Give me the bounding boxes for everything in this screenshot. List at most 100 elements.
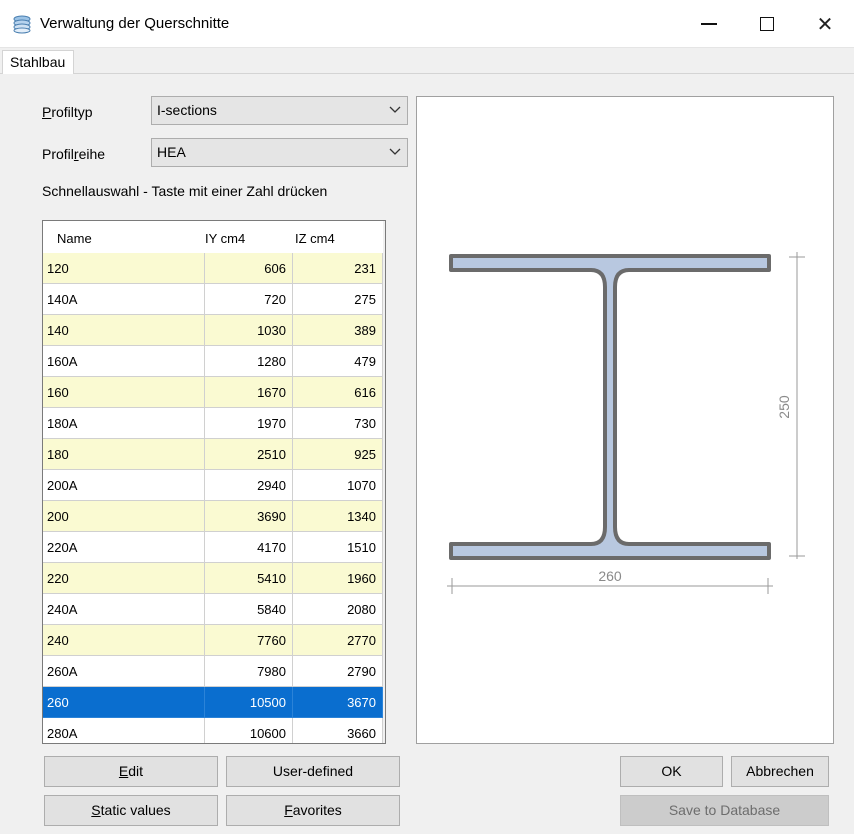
table-row[interactable]: 120 606 231 [43,253,383,284]
table-row[interactable]: 140 1030 389 [43,315,383,346]
table-row[interactable]: 240A 5840 2080 [43,594,383,625]
cell-iy: 7980 [205,656,293,687]
table-scrollbar[interactable] [383,221,385,743]
table-row[interactable]: 200 3690 1340 [43,501,383,532]
column-header-iz[interactable]: IZ cm4 [295,231,335,246]
table-row[interactable]: 180A 1970 730 [43,408,383,439]
cell-name: 240A [43,594,205,625]
table-row[interactable]: 220 5410 1960 [43,563,383,594]
column-header-iy[interactable]: IY cm4 [205,231,245,246]
static-values-button[interactable]: Static values [44,795,218,826]
cell-iz: 2770 [293,625,383,656]
table-row[interactable]: 220A 4170 1510 [43,532,383,563]
cell-iy: 5410 [205,563,293,594]
tab-strip: Stahlbau [0,48,854,75]
quick-select-hint: Schnellauswahl - Taste mit einer Zahl dr… [42,183,328,199]
cell-iz: 2080 [293,594,383,625]
cell-iz: 479 [293,346,383,377]
cell-iz: 231 [293,253,383,284]
save-to-database-button[interactable]: Save to Database [620,795,829,826]
cell-iy: 1280 [205,346,293,377]
cell-iz: 1510 [293,532,383,563]
height-dimension-label: 250 [776,395,792,419]
cell-iy: 1030 [205,315,293,346]
edit-label: dit [128,763,144,779]
section-preview: 250 260 [416,96,834,744]
cell-iy: 1670 [205,377,293,408]
cell-name: 140A [43,284,205,315]
profile-table[interactable]: Name IY cm4 IZ cm4 120 606 231 140A 720 275 14… [42,220,386,744]
cell-iz: 1070 [293,470,383,501]
cell-iy: 4170 [205,532,293,563]
cell-iz: 275 [293,284,383,315]
i-beam-drawing: 250 260 [447,252,805,594]
cell-name: 180A [43,408,205,439]
user-defined-button[interactable]: User-defined [226,756,400,787]
minimize-button[interactable] [680,0,738,48]
width-dimension-label: 260 [598,568,622,584]
profiltyp-select[interactable]: I-sections [151,96,408,125]
cell-iz: 2790 [293,656,383,687]
profilreihe-label: Profilreihe [42,146,105,162]
cell-iy: 7760 [205,625,293,656]
profilreihe-value: HEA [157,144,186,160]
cell-name: 220A [43,532,205,563]
static-label: tatic values [100,802,171,818]
minimize-icon [701,23,717,25]
favorites-label: avorites [292,802,342,818]
cell-iz: 1340 [293,501,383,532]
title-bar: Verwaltung der Querschnitte ✕ [0,0,854,48]
cell-name: 240 [43,625,205,656]
cell-iy: 2510 [205,439,293,470]
table-row[interactable]: 260 10500 3670 [43,687,383,718]
cell-name: 260 [43,687,205,718]
edit-button[interactable]: Edit [44,756,218,787]
cell-iy: 2940 [205,470,293,501]
cell-iy: 1970 [205,408,293,439]
profilreihe-label-pre: Profil [42,146,74,162]
table-row[interactable]: 260A 7980 2790 [43,656,383,687]
cell-name: 200A [43,470,205,501]
favorites-button[interactable]: Favorites [226,795,400,826]
cell-iz: 3660 [293,718,383,743]
column-header-name[interactable]: Name [57,231,92,246]
table-row[interactable]: 140A 720 275 [43,284,383,315]
edit-accel: E [118,763,129,779]
app-icon [13,15,31,34]
window-title: Verwaltung der Querschnitte [40,15,230,32]
tab-stahlbau[interactable]: Stahlbau [2,50,75,75]
table-row[interactable]: 280A 10600 3660 [43,718,383,743]
cell-iy: 606 [205,253,293,284]
cell-iy: 10500 [205,687,293,718]
profiltyp-value: I-sections [157,102,217,118]
cell-name: 160A [43,346,205,377]
chevron-down-icon [389,148,401,155]
maximize-button[interactable] [738,0,796,48]
cell-iz: 1960 [293,563,383,594]
chevron-down-icon [389,106,401,113]
cell-name: 220 [43,563,205,594]
profiltyp-label: Profiltyp [42,104,93,120]
table-row[interactable]: 180 2510 925 [43,439,383,470]
maximize-icon [760,17,774,31]
profiltyp-label-text: rofiltyp [51,104,93,120]
close-button[interactable]: ✕ [796,0,854,48]
cell-name: 120 [43,253,205,284]
table-row[interactable]: 240 7760 2770 [43,625,383,656]
close-icon: ✕ [816,13,834,36]
static-accel: S [91,802,101,818]
table-header: Name IY cm4 IZ cm4 [43,221,383,253]
cancel-button[interactable]: Abbrechen [731,756,829,787]
profilreihe-select[interactable]: HEA [151,138,408,167]
table-row[interactable]: 200A 2940 1070 [43,470,383,501]
table-row[interactable]: 160 1670 616 [43,377,383,408]
profiltyp-label-accel: P [42,104,52,120]
ok-button[interactable]: OK [620,756,723,787]
cell-iy: 10600 [205,718,293,743]
cell-iz: 3670 [293,687,383,718]
table-row[interactable]: 160A 1280 479 [43,346,383,377]
cell-name: 160 [43,377,205,408]
cell-iy: 3690 [205,501,293,532]
favorites-accel: F [284,802,293,818]
cell-name: 140 [43,315,205,346]
